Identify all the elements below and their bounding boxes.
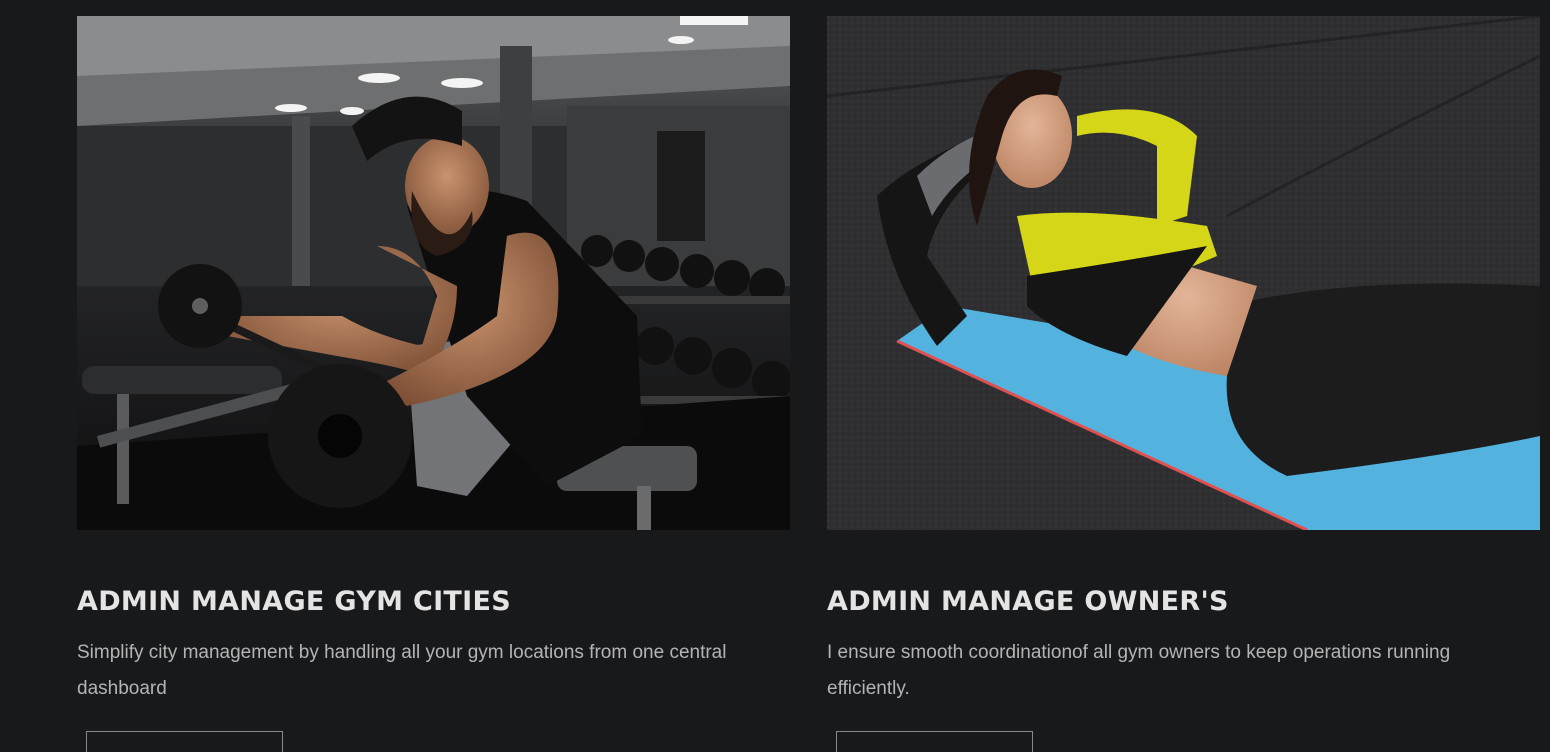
services-section: ADMIN MANAGE GYM CITIES Simplify city ma…: [0, 0, 1550, 752]
service-card-gym-cities: ADMIN MANAGE GYM CITIES Simplify city ma…: [77, 16, 790, 707]
card-description: Simplify city management by handling all…: [77, 642, 727, 699]
gym-cities-photo: [77, 16, 790, 530]
card-title: ADMIN MANAGE GYM CITIES: [77, 586, 511, 617]
card-button-owners[interactable]: [836, 731, 1033, 752]
card-description: I ensure smooth coordinationof all gym o…: [827, 642, 1451, 699]
service-card-owners: ADMIN MANAGE OWNER'S I ensure smooth coo…: [827, 16, 1540, 707]
card-title: ADMIN MANAGE OWNER'S: [827, 586, 1229, 617]
owners-photo: [827, 16, 1540, 530]
card-button-gym-cities[interactable]: [86, 731, 283, 752]
